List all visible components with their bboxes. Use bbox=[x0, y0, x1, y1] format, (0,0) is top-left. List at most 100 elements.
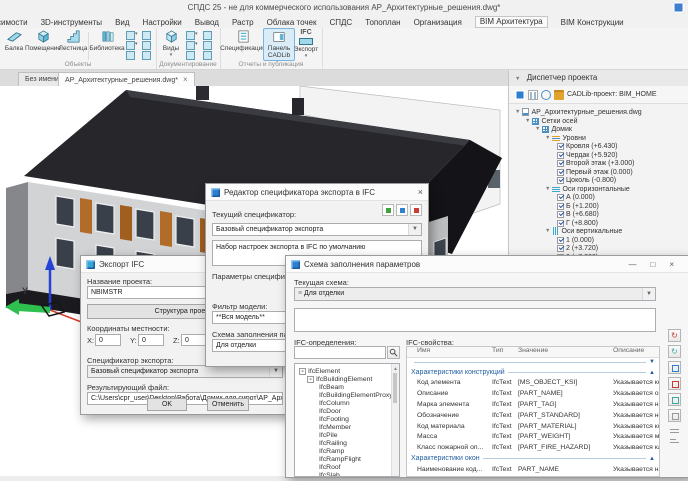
checkbox-checked[interactable] bbox=[557, 152, 564, 159]
refresh-button[interactable]: ↻ bbox=[668, 329, 681, 342]
tree-node-axis[interactable]: 2 (+3.720) bbox=[557, 244, 598, 252]
checkbox-checked[interactable] bbox=[557, 143, 564, 150]
stair-button[interactable]: Лестница bbox=[60, 29, 86, 52]
checkbox-checked[interactable] bbox=[557, 203, 564, 210]
checkbox-checked[interactable] bbox=[557, 160, 564, 167]
property-row[interactable]: Марка элементаIfcText[PART_TAG]Указывает… bbox=[407, 401, 660, 408]
clear-property-button[interactable] bbox=[668, 409, 681, 422]
tree-scrollbar[interactable]: ▲ bbox=[391, 364, 399, 476]
ifc-properties-table[interactable]: Имя Тип Значение Описание ▼ Характеристи… bbox=[406, 346, 660, 477]
menu-item-topoplan[interactable]: Топоплан bbox=[365, 18, 400, 27]
sort-ascending-icon[interactable] bbox=[670, 428, 679, 435]
tree-node-level[interactable]: Кровля (+6.430) bbox=[557, 142, 618, 150]
specifications-button[interactable]: Спецификации bbox=[224, 29, 262, 52]
document-tab-active[interactable]: AP_Архитектурные_решения.dwg*× bbox=[58, 72, 195, 87]
tree-node-level[interactable]: Второй этаж (+3.000) bbox=[557, 159, 634, 167]
apply-button[interactable]: ↻ bbox=[668, 345, 681, 358]
edit-property-button[interactable] bbox=[668, 393, 681, 406]
tree-node-levels[interactable]: ▼Уровни bbox=[545, 134, 586, 142]
group-row-attributes[interactable]: ▼ bbox=[411, 359, 655, 365]
checkbox-checked[interactable] bbox=[557, 245, 564, 252]
spec-delete-button[interactable] bbox=[410, 204, 422, 216]
menu-item-organizaciya[interactable]: Организация bbox=[414, 18, 462, 27]
x-input[interactable]: 0 bbox=[95, 334, 121, 346]
property-row[interactable]: Класс пожарной оп...IfcText[PART_FIRE_HA… bbox=[407, 444, 660, 451]
col-header-value[interactable]: Значение bbox=[518, 347, 613, 357]
z-input[interactable]: 0 bbox=[181, 334, 207, 346]
sort-descending-icon[interactable] bbox=[670, 438, 679, 445]
group-row-constructions[interactable]: Характеристики конструкций▲ bbox=[411, 369, 655, 376]
mini-tool-button[interactable] bbox=[186, 41, 195, 50]
checkbox-checked[interactable] bbox=[557, 194, 564, 201]
menu-item-nastroyki[interactable]: Настройки bbox=[143, 18, 182, 27]
columns-icon[interactable] bbox=[528, 90, 538, 100]
col-header-type[interactable]: Тип bbox=[492, 347, 518, 357]
checkbox-checked[interactable] bbox=[557, 177, 564, 184]
col-header-desc[interactable]: Описание bbox=[613, 347, 660, 357]
group-row-windows[interactable]: Характеристики окон▲ bbox=[411, 455, 655, 462]
checkbox-checked[interactable] bbox=[557, 169, 564, 176]
mini-tool-button[interactable] bbox=[126, 31, 135, 40]
menu-item-spds[interactable]: СПДС bbox=[329, 18, 352, 27]
tree-node-axis[interactable]: Г (+8.800) bbox=[557, 219, 598, 227]
menu-item-vid[interactable]: Вид bbox=[115, 18, 129, 27]
menu-item-point-clouds[interactable]: Облака точек bbox=[267, 18, 317, 27]
property-row[interactable]: Наименование код...IfcTextPART_NAMEУказы… bbox=[407, 466, 660, 473]
project-manager-header[interactable]: ▼ Диспетчер проекта bbox=[509, 70, 688, 87]
property-row[interactable]: РазмерIfcText[DIM_WIDTH] &"x"& [DIM_HEIG… bbox=[407, 476, 660, 477]
minimize-icon[interactable]: — bbox=[628, 260, 636, 269]
tree-node-axis[interactable]: В (+6.680) bbox=[557, 210, 599, 218]
mini-tool-button[interactable] bbox=[142, 51, 151, 60]
menu-item-zavisimosti[interactable]: Зависимости bbox=[0, 18, 28, 27]
menu-item-vyvod[interactable]: Вывод bbox=[195, 18, 219, 27]
tree-node-level[interactable]: Цоколь (-0.800) bbox=[557, 176, 616, 184]
close-icon[interactable]: × bbox=[669, 260, 674, 269]
col-header-name[interactable]: Имя bbox=[407, 347, 492, 357]
library-button[interactable]: Библиотека bbox=[91, 29, 123, 52]
close-icon[interactable]: × bbox=[418, 188, 423, 197]
ifc-definitions-search-input[interactable] bbox=[294, 346, 386, 359]
current-scheme-combo[interactable]: ≡ Для отделки▼ bbox=[294, 287, 656, 301]
property-row[interactable]: Код элементаIfcText[MS_OBJECT_KSI]Указыв… bbox=[407, 379, 660, 386]
views-button[interactable]: Виды ▾ bbox=[160, 29, 182, 59]
property-row[interactable]: ОбозначениеIfcText[PART_STANDARD]Указыва… bbox=[407, 412, 660, 419]
export-ifc-button[interactable]: IFC Экспорт ▾ bbox=[293, 29, 319, 60]
tree-node-drawing[interactable]: ▼AP_Архитектурные_решения.dwg bbox=[515, 108, 642, 116]
menu-item-bim-architecture[interactable]: BIM Архитектура bbox=[475, 16, 548, 28]
mini-tool-button[interactable] bbox=[126, 51, 135, 60]
menu-item-rastr[interactable]: Растр bbox=[232, 18, 254, 27]
tree-node-house[interactable]: ▼Домик bbox=[535, 125, 572, 133]
menu-item-3d-tools[interactable]: 3D-инструменты bbox=[41, 18, 103, 27]
current-specifier-combo[interactable]: Базовый спецификатор экспорта▼ bbox=[212, 223, 422, 236]
beam-button[interactable]: Балка bbox=[2, 29, 26, 52]
spec-new-button[interactable] bbox=[382, 204, 394, 216]
maximize-icon[interactable]: □ bbox=[650, 260, 655, 269]
checkbox-checked[interactable] bbox=[557, 211, 564, 218]
mini-tool-button[interactable] bbox=[142, 31, 151, 40]
tree-node-axis[interactable]: А (0.000) bbox=[557, 193, 595, 201]
checkbox-checked[interactable] bbox=[557, 237, 564, 244]
mini-tool-button[interactable] bbox=[186, 31, 195, 40]
cadlib-book-icon[interactable] bbox=[515, 90, 525, 100]
tree-node-level[interactable]: Первый этаж (0.000) bbox=[557, 168, 633, 176]
mini-tool-button[interactable] bbox=[203, 31, 212, 40]
menu-item-bim-constructions[interactable]: BIM Конструкции bbox=[561, 18, 624, 27]
add-property-button[interactable] bbox=[668, 361, 681, 374]
property-row[interactable]: Код материалаIfcText[PART_MATERIAL]Указы… bbox=[407, 423, 660, 430]
tab-close-icon[interactable]: × bbox=[183, 75, 188, 84]
checkbox-checked[interactable] bbox=[557, 220, 564, 227]
search-icon[interactable] bbox=[387, 346, 400, 359]
tree-node-axis[interactable]: 1 (0.000) bbox=[557, 236, 594, 244]
room-button[interactable]: Помещение bbox=[27, 29, 59, 52]
ok-button[interactable]: OK bbox=[147, 398, 187, 411]
mini-tool-button[interactable] bbox=[203, 41, 212, 50]
mini-tool-button[interactable] bbox=[126, 41, 135, 50]
cancel-button[interactable]: Отменить bbox=[207, 398, 249, 411]
y-input[interactable]: 0 bbox=[138, 334, 164, 346]
mini-tool-button[interactable] bbox=[203, 51, 212, 60]
property-row[interactable]: ОписаниеIfcText[PART_NAME]Указывается оп… bbox=[407, 390, 660, 397]
tree-node-grids[interactable]: ▼Сетки осей bbox=[525, 117, 578, 125]
editor-dialog-titlebar[interactable]: Редактор спецификатора экспорта в IFC × bbox=[206, 184, 428, 201]
tree-node-h-axes[interactable]: ▼Оси горизонтальные bbox=[545, 185, 630, 193]
ifc-definitions-tree[interactable]: -IfcElement -IfcBuildingElement IfcBeam … bbox=[294, 363, 400, 477]
